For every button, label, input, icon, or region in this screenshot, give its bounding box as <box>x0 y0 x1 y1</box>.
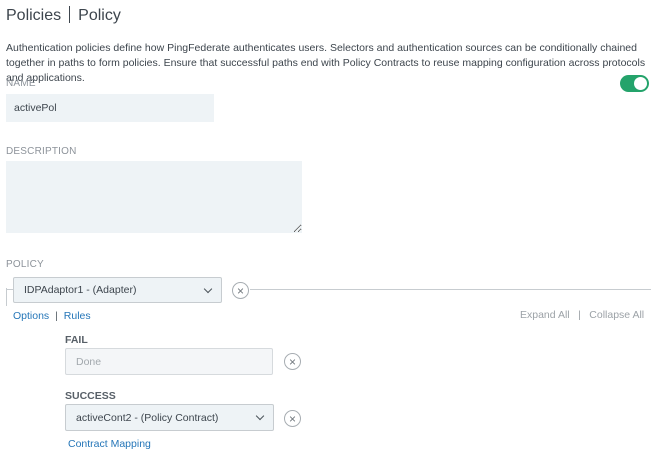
breadcrumb-policies: Policies <box>6 7 62 24</box>
remove-fail-button[interactable]: × <box>284 353 301 370</box>
policy-root-select-value: IDPAdaptor1 - (Adapter) <box>24 284 137 296</box>
page-title: Policies Policy <box>6 6 121 25</box>
expand-separator: | <box>578 309 581 321</box>
contract-mapping-link[interactable]: Contract Mapping <box>68 438 151 450</box>
name-label: NAME <box>6 78 36 89</box>
policy-enabled-toggle[interactable] <box>620 75 649 92</box>
breadcrumb-policy: Policy <box>78 7 121 24</box>
close-icon: × <box>288 411 296 426</box>
success-select-value: activeCont2 - (Policy Contract) <box>76 411 219 424</box>
expand-collapse-controls: Expand All | Collapse All <box>520 305 644 323</box>
success-label: SUCCESS <box>65 390 116 402</box>
success-select[interactable]: activeCont2 - (Policy Contract) <box>65 404 274 431</box>
title-divider <box>69 6 71 23</box>
options-link[interactable]: Options <box>13 310 49 322</box>
collapse-all-link[interactable]: Collapse All <box>589 309 644 321</box>
link-separator: | <box>55 310 58 322</box>
remove-success-button[interactable]: × <box>284 410 301 427</box>
chevron-down-icon <box>255 411 265 421</box>
description-textarea[interactable] <box>6 161 302 233</box>
tree-line-root-left <box>6 288 7 306</box>
chevron-down-icon <box>203 284 213 293</box>
close-icon: × <box>288 354 296 369</box>
fail-select[interactable]: Done <box>65 348 273 375</box>
remove-root-button[interactable]: × <box>232 282 249 299</box>
root-links: Options | Rules <box>13 310 91 322</box>
close-icon: × <box>236 283 244 298</box>
policy-label: POLICY <box>6 259 44 270</box>
policy-root-select[interactable]: IDPAdaptor1 - (Adapter) <box>13 277 222 303</box>
fail-label: FAIL <box>65 334 88 346</box>
name-input[interactable] <box>6 94 214 122</box>
toggle-knob <box>634 77 647 90</box>
rules-link[interactable]: Rules <box>64 310 91 322</box>
tree-line-root-right <box>250 289 651 290</box>
expand-all-link[interactable]: Expand All <box>520 309 570 321</box>
tree-line-root-stub <box>6 289 13 290</box>
fail-select-placeholder: Done <box>76 355 102 368</box>
description-label: DESCRIPTION <box>6 146 77 157</box>
intro-description: Authentication policies define how PingF… <box>6 42 646 84</box>
